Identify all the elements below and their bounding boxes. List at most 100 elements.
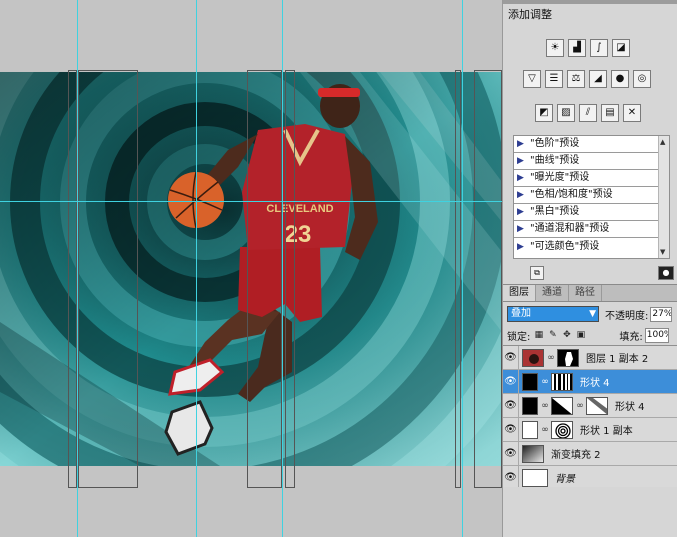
brightness-icon[interactable]: ☀: [546, 39, 564, 57]
selective-color-icon[interactable]: ✕: [623, 104, 641, 122]
presets-scrollbar[interactable]: ▲ ▼: [658, 136, 669, 258]
layer-row[interactable]: 👁 ∞ ∞ 形状 4: [503, 393, 677, 418]
shape-path-strip[interactable]: [474, 70, 502, 488]
vector-mask-thumbnail: [551, 420, 573, 439]
preset-label: "色阶"预设: [530, 138, 580, 149]
preset-item-exposure[interactable]: ▶ "曝光度"预设: [514, 170, 658, 187]
shape-path-strip[interactable]: [68, 70, 77, 488]
expand-triangle-icon: ▶: [517, 190, 524, 200]
layer-name[interactable]: 形状 1 副本: [580, 422, 633, 437]
opacity-label: 不透明度:: [605, 310, 649, 322]
vector-mask-thumbnail: [551, 372, 573, 391]
layer-thumbnail: [522, 348, 544, 367]
layer-thumbnail: [522, 468, 548, 487]
exposure-icon[interactable]: ◪: [612, 39, 630, 57]
visibility-eye-icon[interactable]: 👁: [503, 441, 519, 466]
hue-saturation-icon[interactable]: ☰: [545, 70, 563, 88]
adjustments-footer-bar: ⧉ ●: [503, 264, 677, 282]
preset-item-levels[interactable]: ▶ "色阶"预设: [514, 136, 658, 153]
expand-triangle-icon: ▶: [517, 241, 524, 252]
invert-icon[interactable]: ◩: [535, 104, 553, 122]
photoshop-window: CLEVELAND 23 添加调整 ☀ ▟ ∫ ◪ ▽ ☰ ⚖ ◢ ● ◎ ◩ …: [0, 0, 677, 537]
shape-path-strip[interactable]: [247, 70, 282, 488]
layer-row-selected[interactable]: 👁 ∞ 形状 4: [503, 369, 677, 394]
preset-label: "黑白"预设: [530, 206, 580, 217]
layers-panel-tabs: 图层 通道 路径: [503, 284, 677, 302]
preset-item-selective-color[interactable]: ▶ "可选颜色"预设: [514, 238, 658, 255]
tab-paths[interactable]: 路径: [569, 285, 602, 301]
layer-row[interactable]: 👁 ∞ 形状 1 副本: [503, 417, 677, 442]
guide-horizontal[interactable]: [0, 201, 502, 202]
clip-to-layer-icon[interactable]: ⧉: [530, 266, 544, 280]
preset-item-hue-saturation[interactable]: ▶ "色相/饱和度"预设: [514, 187, 658, 204]
guide-vertical[interactable]: [196, 0, 197, 537]
layer-name[interactable]: 形状 4: [580, 374, 610, 389]
canvas-area[interactable]: CLEVELAND 23: [0, 0, 502, 537]
visibility-eye-icon[interactable]: 👁: [503, 345, 519, 370]
shape-path-strip[interactable]: [285, 70, 295, 488]
lock-transparency-icon[interactable]: ▦: [533, 330, 544, 341]
blend-mode-value: 叠加: [511, 308, 531, 319]
layer-name[interactable]: 背景: [555, 470, 575, 485]
layer-row[interactable]: 👁 渐变填充 2: [503, 441, 677, 466]
adjustment-icons-row-1: ☀ ▟ ∫ ◪: [546, 39, 630, 57]
visibility-eye-icon[interactable]: 👁: [503, 393, 519, 418]
link-chain-icon: ∞: [576, 400, 584, 411]
link-chain-icon: ∞: [547, 352, 555, 363]
gradient-map-icon[interactable]: ▤: [601, 104, 619, 122]
photo-filter-icon[interactable]: ●: [611, 70, 629, 88]
lock-fill-row: 锁定: ▦ ✎ ✥ ▣ 填充: 100%: [507, 327, 677, 343]
lock-pixels-icon[interactable]: ✎: [547, 330, 558, 341]
opacity-input[interactable]: 27%: [650, 306, 673, 322]
shape-path-strip[interactable]: [78, 70, 138, 488]
preset-label: "可选颜色"预设: [530, 240, 600, 252]
tab-channels[interactable]: 通道: [536, 285, 569, 301]
preset-label: "色相/饱和度"预设: [530, 189, 613, 200]
preset-label: "通道混和器"预设: [530, 223, 610, 234]
guide-vertical[interactable]: [77, 0, 78, 537]
visibility-eye-icon[interactable]: 👁: [503, 417, 519, 442]
posterize-icon[interactable]: ▨: [557, 104, 575, 122]
visibility-eye-icon[interactable]: 👁: [503, 465, 519, 490]
right-panel: 添加调整 ☀ ▟ ∫ ◪ ▽ ☰ ⚖ ◢ ● ◎ ◩ ▨ ⫽ ▤ ✕ ▶ "色阶"…: [502, 0, 677, 537]
preset-label: "曝光度"预设: [530, 172, 590, 183]
layer-name[interactable]: 渐变填充 2: [551, 446, 601, 461]
scroll-down-icon[interactable]: ▼: [660, 248, 665, 256]
layer-name[interactable]: 形状 4: [615, 398, 645, 413]
expand-triangle-icon: ▶: [517, 139, 524, 149]
link-chain-icon: ∞: [541, 376, 549, 387]
channel-mixer-icon[interactable]: ◎: [633, 70, 651, 88]
layer-row[interactable]: 👁 ∞ 图层 1 副本 2: [503, 345, 677, 370]
color-balance-icon[interactable]: ⚖: [567, 70, 585, 88]
expand-triangle-icon: ▶: [517, 173, 524, 183]
chevron-down-icon: ▼: [589, 309, 596, 319]
lock-all-icon[interactable]: ▣: [575, 330, 586, 341]
layers-list: 👁 ∞ 图层 1 副本 2 👁 ∞ 形状 4 👁 ∞ ∞ 形状 4 👁 ∞ 形状…: [503, 345, 677, 490]
adjustments-menu-icon[interactable]: ●: [658, 266, 674, 280]
gradient-fill-thumbnail: [522, 444, 544, 463]
visibility-eye-icon[interactable]: 👁: [503, 369, 519, 394]
curves-icon[interactable]: ∫: [590, 39, 608, 57]
preset-item-channel-mixer[interactable]: ▶ "通道混和器"预设: [514, 221, 658, 238]
expand-triangle-icon: ▶: [517, 156, 524, 166]
tab-layers[interactable]: 图层: [503, 285, 536, 301]
preset-item-curves[interactable]: ▶ "曲线"预设: [514, 153, 658, 170]
scroll-up-icon[interactable]: ▲: [660, 138, 665, 146]
blend-mode-select[interactable]: 叠加 ▼: [507, 306, 599, 322]
layer-name[interactable]: 图层 1 副本 2: [586, 350, 648, 365]
link-chain-icon: ∞: [541, 424, 549, 435]
preset-item-black-white[interactable]: ▶ "黑白"预设: [514, 204, 658, 221]
fill-input[interactable]: 100%: [644, 327, 669, 343]
black-white-icon[interactable]: ◢: [589, 70, 607, 88]
shape-path-strip[interactable]: [455, 70, 461, 488]
guide-vertical[interactable]: [282, 0, 283, 537]
adjustments-title: 添加调整: [508, 8, 552, 21]
levels-icon[interactable]: ▟: [568, 39, 586, 57]
vector-mask-thumbnail: [586, 396, 608, 415]
vibrance-icon[interactable]: ▽: [523, 70, 541, 88]
layer-thumbnail: [522, 372, 538, 391]
threshold-icon[interactable]: ⫽: [579, 104, 597, 122]
lock-position-icon[interactable]: ✥: [561, 330, 572, 341]
guide-vertical[interactable]: [462, 0, 463, 537]
layer-thumbnail: [522, 420, 538, 439]
